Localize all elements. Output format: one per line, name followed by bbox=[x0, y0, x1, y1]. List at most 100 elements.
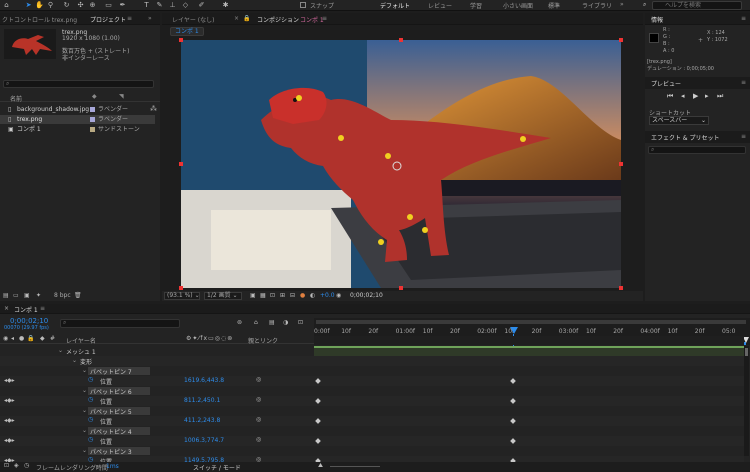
hand-icon[interactable]: ✋ bbox=[35, 1, 44, 10]
expand-icon[interactable]: » bbox=[148, 15, 152, 22]
workspace-libraries[interactable]: ライブラリ bbox=[582, 1, 612, 10]
timeline-timecode[interactable]: 0;00;02;10 bbox=[10, 317, 48, 325]
timeline-track[interactable] bbox=[314, 446, 744, 456]
panel-menu-icon[interactable]: ≡ bbox=[127, 15, 132, 22]
breadcrumb[interactable]: コンポ 1 bbox=[170, 27, 204, 36]
tab-effects-presets[interactable]: エフェクト & プリセット bbox=[651, 133, 720, 142]
panel-menu-icon[interactable]: ≡ bbox=[322, 15, 327, 22]
keyframe-navigator-icon[interactable]: ◂◆▸ bbox=[4, 377, 15, 384]
clone-stamp-icon[interactable]: ⊥ bbox=[168, 1, 177, 10]
trash-icon[interactable]: 🗑 bbox=[74, 292, 82, 299]
rotate-icon[interactable]: ↻ bbox=[62, 1, 71, 10]
viewer-timecode[interactable]: 0;00;02;10 bbox=[350, 292, 383, 299]
timeline-track[interactable] bbox=[314, 436, 744, 446]
pickwhip-icon[interactable]: ◎ bbox=[256, 416, 261, 423]
roto-brush-icon[interactable]: ✐ bbox=[197, 1, 206, 10]
puppet-pin-row[interactable]: ⌄ パペットピン 3 bbox=[0, 446, 314, 456]
workspace-review[interactable]: レビュー bbox=[428, 1, 452, 10]
tab-layer[interactable]: レイヤー (なし) bbox=[172, 15, 214, 24]
orbit-icon[interactable]: ✣ bbox=[76, 1, 85, 10]
pen-icon[interactable]: ✒ bbox=[118, 1, 127, 10]
workspace-standard[interactable]: 標準 bbox=[548, 1, 560, 10]
tab-preview[interactable]: プレビュー bbox=[651, 79, 681, 88]
pickwhip-icon[interactable]: ◎ bbox=[256, 436, 261, 443]
group-row[interactable]: ⌄ 変形 bbox=[0, 356, 314, 366]
tab-info[interactable]: 情報 bbox=[651, 15, 663, 24]
draft-3d-icon[interactable]: ⊚ bbox=[237, 319, 242, 326]
keyframe-navigator-icon[interactable]: ◂◆▸ bbox=[4, 437, 15, 444]
workspace-learn[interactable]: 学習 bbox=[470, 1, 482, 10]
exposure-value[interactable]: +0.0 bbox=[320, 292, 335, 299]
zoom-out-icon[interactable]: ⛰ bbox=[318, 462, 323, 470]
label-swatch[interactable] bbox=[90, 107, 95, 112]
pickwhip-icon[interactable]: ◎ bbox=[256, 396, 261, 403]
tab-timeline-comp[interactable]: コンポ 1 bbox=[14, 305, 38, 314]
close-icon[interactable]: × bbox=[4, 305, 9, 312]
prev-frame-icon[interactable]: ◂ bbox=[681, 92, 685, 100]
grid-guides-icon[interactable]: ⊟ bbox=[290, 292, 295, 299]
rectangle-icon[interactable]: ▭ bbox=[104, 1, 113, 10]
panel-menu-icon[interactable]: ≡ bbox=[741, 15, 746, 22]
twirl-down-icon[interactable]: ⌄ bbox=[82, 427, 87, 434]
render-time-icon[interactable]: ◷ bbox=[24, 462, 29, 469]
video-switch-icon[interactable]: ◉ bbox=[3, 335, 8, 342]
solo-switch-icon[interactable]: ● bbox=[19, 335, 24, 342]
timeline-search-input[interactable]: ⌕ bbox=[60, 319, 180, 328]
shy-icon[interactable]: ⌂ bbox=[254, 319, 258, 326]
timeline-track[interactable] bbox=[314, 416, 744, 426]
snapshot-icon[interactable]: ◉ bbox=[336, 292, 341, 299]
type-icon[interactable]: T bbox=[142, 1, 151, 10]
pickwhip-icon[interactable]: ◎ bbox=[256, 376, 261, 383]
twirl-down-icon[interactable]: ⌄ bbox=[82, 447, 87, 454]
new-comp-icon[interactable]: ▣ bbox=[24, 292, 30, 299]
new-folder-icon[interactable]: ▭ bbox=[13, 292, 19, 299]
flowchart-icon[interactable]: ⁂ bbox=[150, 105, 157, 113]
zoom-slider-track[interactable] bbox=[330, 466, 380, 467]
position-value[interactable]: 811.2,450.1 bbox=[184, 397, 220, 404]
position-value[interactable]: 1619.6,443.8 bbox=[184, 377, 224, 384]
puppet-pin-icon[interactable]: ✱ bbox=[221, 1, 230, 10]
timeline-track[interactable] bbox=[314, 396, 744, 406]
workspace-more-icon[interactable]: » bbox=[620, 1, 624, 8]
region-of-interest-icon[interactable]: ⊞ bbox=[280, 292, 285, 299]
lock-icon[interactable]: 🔒 bbox=[243, 15, 250, 22]
timeline-scrollbar[interactable] bbox=[744, 346, 749, 456]
switches-icons[interactable]: ⚙✦⁄fx▭◎◌⊚ bbox=[186, 335, 233, 342]
tab-composition[interactable]: コンポジション bbox=[257, 15, 299, 24]
keyframe-navigator-icon[interactable]: ◂◆▸ bbox=[4, 417, 15, 424]
shortcut-dropdown[interactable]: スペースバー ⌄ bbox=[649, 116, 709, 125]
tab-effect-controls[interactable]: クトコントロール trex.png bbox=[2, 15, 77, 24]
project-item-trex[interactable]: ▯ trex.png ラベンダー bbox=[0, 115, 155, 124]
play-icon[interactable]: ▶ bbox=[693, 92, 698, 100]
puppet-pin-row[interactable]: ⌄ パペットピン 6 bbox=[0, 386, 314, 396]
panel-menu-icon[interactable]: ≡ bbox=[741, 79, 746, 86]
comp-flowchart-icon[interactable]: ⊡ bbox=[4, 462, 9, 469]
twirl-down-icon[interactable]: ⌄ bbox=[82, 387, 87, 394]
puppet-pin-row[interactable]: ⌄ パペットピン 4 bbox=[0, 426, 314, 436]
motion-blur-icon[interactable]: ◑ bbox=[283, 319, 288, 326]
next-frame-icon[interactable]: ▸ bbox=[705, 92, 709, 100]
first-frame-icon[interactable]: ⏮ bbox=[667, 92, 673, 101]
snap-checkbox[interactable] bbox=[300, 2, 306, 8]
composition-canvas[interactable] bbox=[181, 40, 621, 288]
timeline-track[interactable] bbox=[314, 406, 744, 416]
parent-link-header[interactable]: 親とリンク bbox=[248, 336, 278, 345]
label-swatch[interactable] bbox=[90, 117, 95, 122]
project-search-input[interactable]: ⌕ bbox=[3, 80, 154, 88]
transparency-grid-icon[interactable]: ▦ bbox=[260, 292, 266, 299]
label-column-icon[interactable]: ◆ bbox=[92, 93, 97, 100]
layer-switches-icon[interactable]: ◈ bbox=[14, 462, 19, 469]
stopwatch-icon[interactable]: ◷ bbox=[88, 416, 93, 423]
graph-editor-icon[interactable]: ⊡ bbox=[298, 319, 303, 326]
group-row[interactable]: ⌄ メッシュ 1 bbox=[0, 346, 314, 356]
position-value[interactable]: 411.2,243.8 bbox=[184, 417, 220, 424]
twirl-down-icon[interactable]: ⌄ bbox=[82, 367, 87, 374]
exposure-icon[interactable]: ◐ bbox=[310, 292, 315, 299]
home-icon[interactable]: ⌂ bbox=[2, 1, 11, 10]
twirl-down-icon[interactable]: ⌄ bbox=[58, 347, 63, 354]
eraser-icon[interactable]: ◇ bbox=[181, 1, 190, 10]
lock-switch-icon[interactable]: 🔒 bbox=[27, 335, 34, 342]
property-row-position[interactable]: ◂◆▸ ◷ 位置 811.2,450.1 ◎ bbox=[0, 396, 314, 406]
stopwatch-icon[interactable]: ◷ bbox=[88, 396, 93, 403]
label-swatch[interactable] bbox=[90, 127, 95, 132]
